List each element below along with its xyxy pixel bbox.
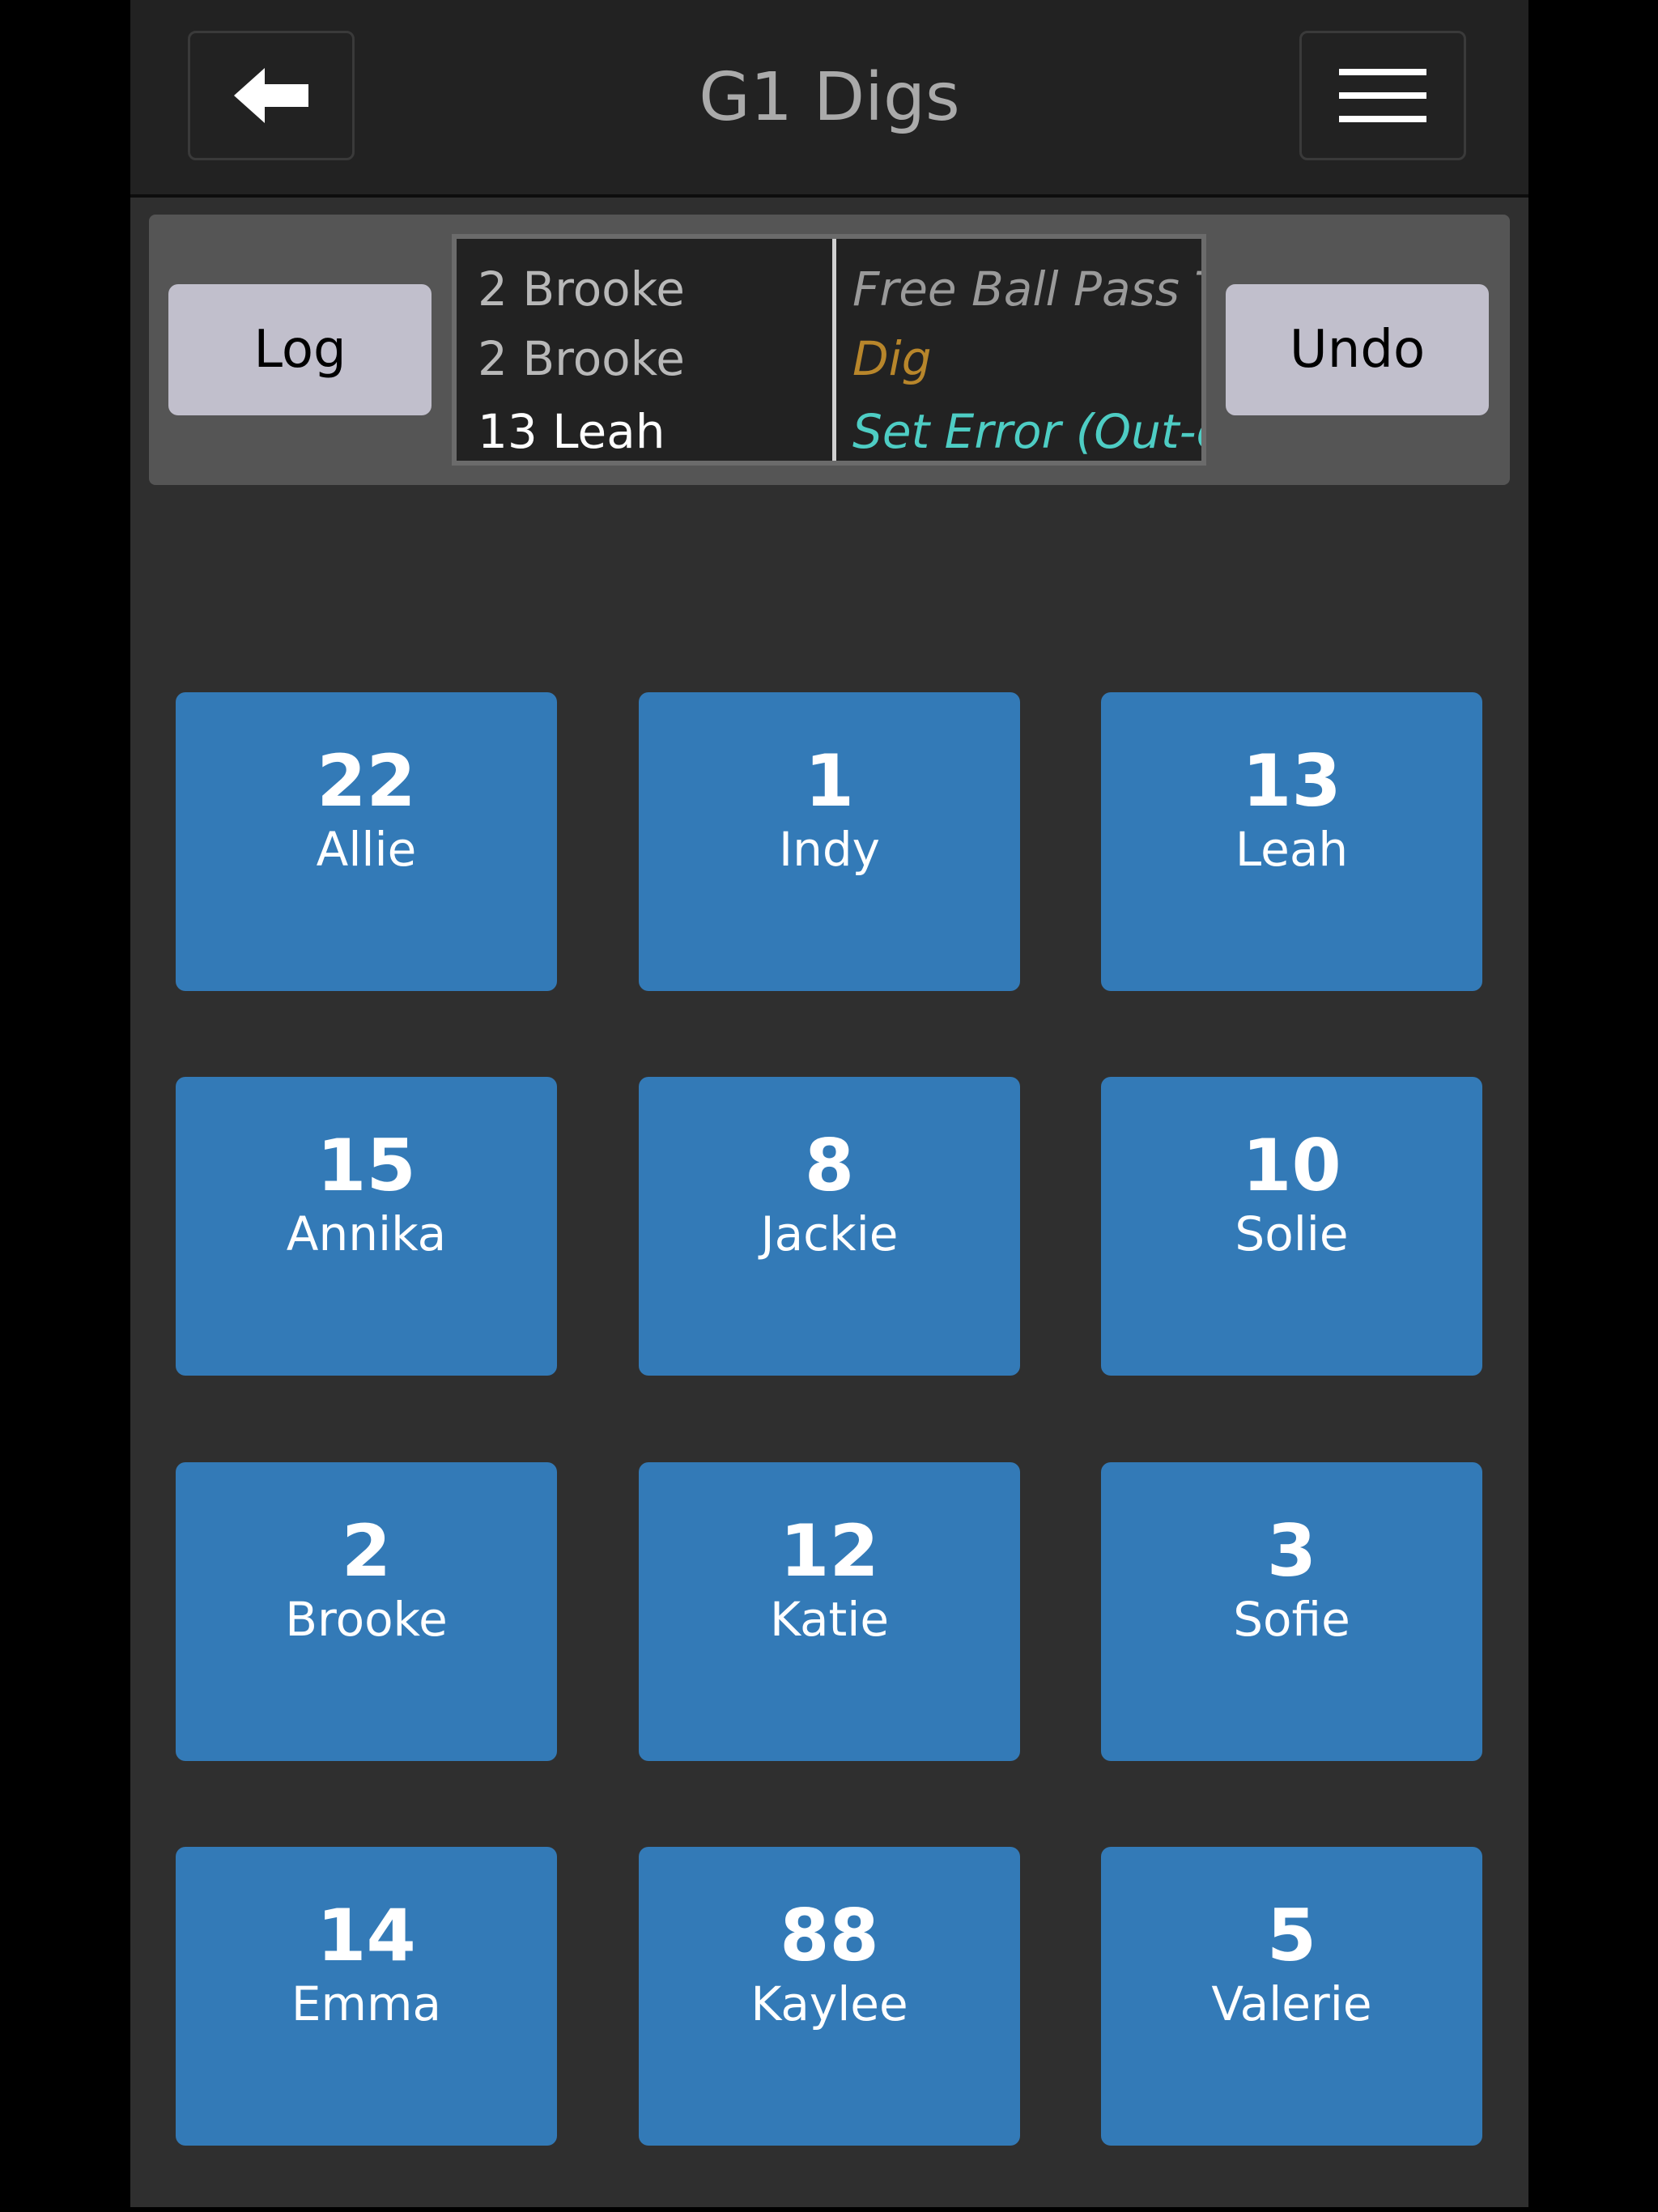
player-name: Kaylee <box>750 1976 908 2031</box>
player-number: 22 <box>317 739 416 823</box>
undo-button[interactable]: Undo <box>1226 284 1489 415</box>
recent-actions-log: 2 Brooke 2 Brooke 13 Leah Free Ball Pass… <box>452 234 1206 466</box>
player-number: 8 <box>804 1124 855 1207</box>
player-number: 1 <box>804 739 855 823</box>
action-log-bar: Log 2 Brooke 2 Brooke 13 Leah Free Ball … <box>149 215 1510 485</box>
player-number: 2 <box>341 1509 392 1593</box>
player-button[interactable]: 2 Brooke <box>176 1462 557 1761</box>
player-button[interactable]: 13 Leah <box>1101 692 1482 991</box>
player-name: Sofie <box>1233 1592 1350 1647</box>
log-action-3: Set Error (Out-of <box>852 404 1205 459</box>
app-screen: G1 Digs Log 2 Brooke 2 Brooke 13 Leah Fr… <box>130 0 1528 2207</box>
player-number: 14 <box>317 1894 416 1977</box>
player-button[interactable]: 10 Solie <box>1101 1077 1482 1376</box>
player-button[interactable]: 3 Sofie <box>1101 1462 1482 1761</box>
player-name: Jackie <box>760 1206 899 1261</box>
log-player-2: 2 Brooke <box>478 331 685 386</box>
back-button[interactable] <box>188 31 355 160</box>
hamburger-menu-icon <box>1339 69 1426 122</box>
player-name: Allie <box>316 822 417 877</box>
player-number: 13 <box>1242 739 1341 823</box>
player-name: Leah <box>1235 822 1349 877</box>
header-bar: G1 Digs <box>130 0 1528 198</box>
log-action-1: Free Ball Pass To <box>852 262 1201 317</box>
player-button[interactable]: 14 Emma <box>176 1847 557 2146</box>
menu-button[interactable] <box>1299 31 1466 160</box>
log-player-3: 13 Leah <box>478 404 665 459</box>
player-name: Annika <box>286 1206 447 1261</box>
player-name: Indy <box>778 822 880 877</box>
player-number: 10 <box>1242 1124 1341 1207</box>
player-button[interactable]: 12 Katie <box>639 1462 1020 1761</box>
player-name: Solie <box>1235 1206 1349 1261</box>
player-number: 12 <box>780 1509 879 1593</box>
player-name: Emma <box>291 1976 442 2031</box>
player-name: Brooke <box>285 1592 448 1647</box>
log-action-2: Dig <box>852 331 932 386</box>
log-button[interactable]: Log <box>168 284 432 415</box>
player-number: 15 <box>317 1124 416 1207</box>
player-number: 3 <box>1266 1509 1317 1593</box>
log-actions-column: Free Ball Pass To Dig Set Error (Out-of <box>832 239 1205 461</box>
player-number: 5 <box>1266 1894 1317 1977</box>
player-name: Katie <box>769 1592 890 1647</box>
player-name: Valerie <box>1211 1976 1372 2031</box>
arrow-left-icon <box>234 68 308 123</box>
player-button[interactable]: 88 Kaylee <box>639 1847 1020 2146</box>
log-player-1: 2 Brooke <box>478 262 685 317</box>
player-button[interactable]: 8 Jackie <box>639 1077 1020 1376</box>
player-button[interactable]: 1 Indy <box>639 692 1020 991</box>
player-button[interactable]: 22 Allie <box>176 692 557 991</box>
player-button[interactable]: 15 Annika <box>176 1077 557 1376</box>
player-number: 88 <box>780 1894 879 1977</box>
player-button[interactable]: 5 Valerie <box>1101 1847 1482 2146</box>
log-players-column: 2 Brooke 2 Brooke 13 Leah <box>457 239 828 461</box>
